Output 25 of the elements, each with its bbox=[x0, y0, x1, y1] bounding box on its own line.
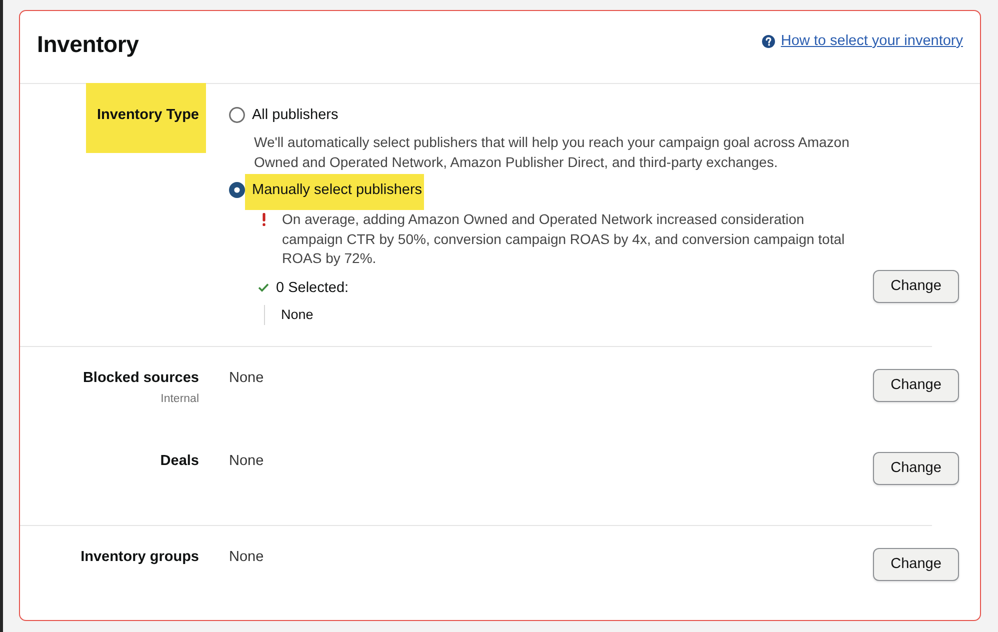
field-label: Inventory groups bbox=[80, 548, 199, 566]
check-icon bbox=[258, 283, 269, 292]
field-value: None bbox=[229, 548, 264, 566]
panel-title: Inventory bbox=[37, 30, 139, 58]
field-value: None bbox=[229, 452, 264, 470]
help-icon bbox=[762, 34, 775, 48]
radio-button[interactable] bbox=[229, 107, 245, 123]
field-label: Deals bbox=[160, 452, 199, 470]
change-button[interactable]: Change bbox=[873, 548, 959, 580]
change-button[interactable]: Change bbox=[873, 368, 959, 402]
change-button[interactable]: Change bbox=[873, 270, 959, 302]
selection-item: None bbox=[264, 304, 314, 324]
radio-button[interactable] bbox=[229, 182, 245, 198]
option-description: We'll automatically select publishers that will help you reach your campaign goal across Amazon Owned and Operated Network, Amazon Publisher Direct, and third-party exchanges. bbox=[254, 133, 850, 172]
field-value: None bbox=[229, 368, 264, 388]
alert-icon bbox=[262, 213, 266, 226]
field-label: Blocked sources bbox=[82, 368, 199, 388]
option-label[interactable]: All publishers bbox=[252, 105, 338, 125]
change-button[interactable]: Change bbox=[873, 452, 959, 484]
field-sublabel: Internal bbox=[160, 392, 199, 406]
help-link[interactable]: How to select your inventory bbox=[762, 32, 963, 50]
selection-summary: 0 Selected: bbox=[276, 278, 349, 298]
option-label[interactable]: Manually select publishers bbox=[245, 174, 424, 210]
field-label: Inventory Type bbox=[86, 83, 206, 153]
alert-message: On average, adding Amazon Owned and Operated Network increased consideration campaign CTR by 50%, conversion campaign ROAS by 4x, and conversion campaign total ROAS by 72%. bbox=[282, 210, 846, 268]
